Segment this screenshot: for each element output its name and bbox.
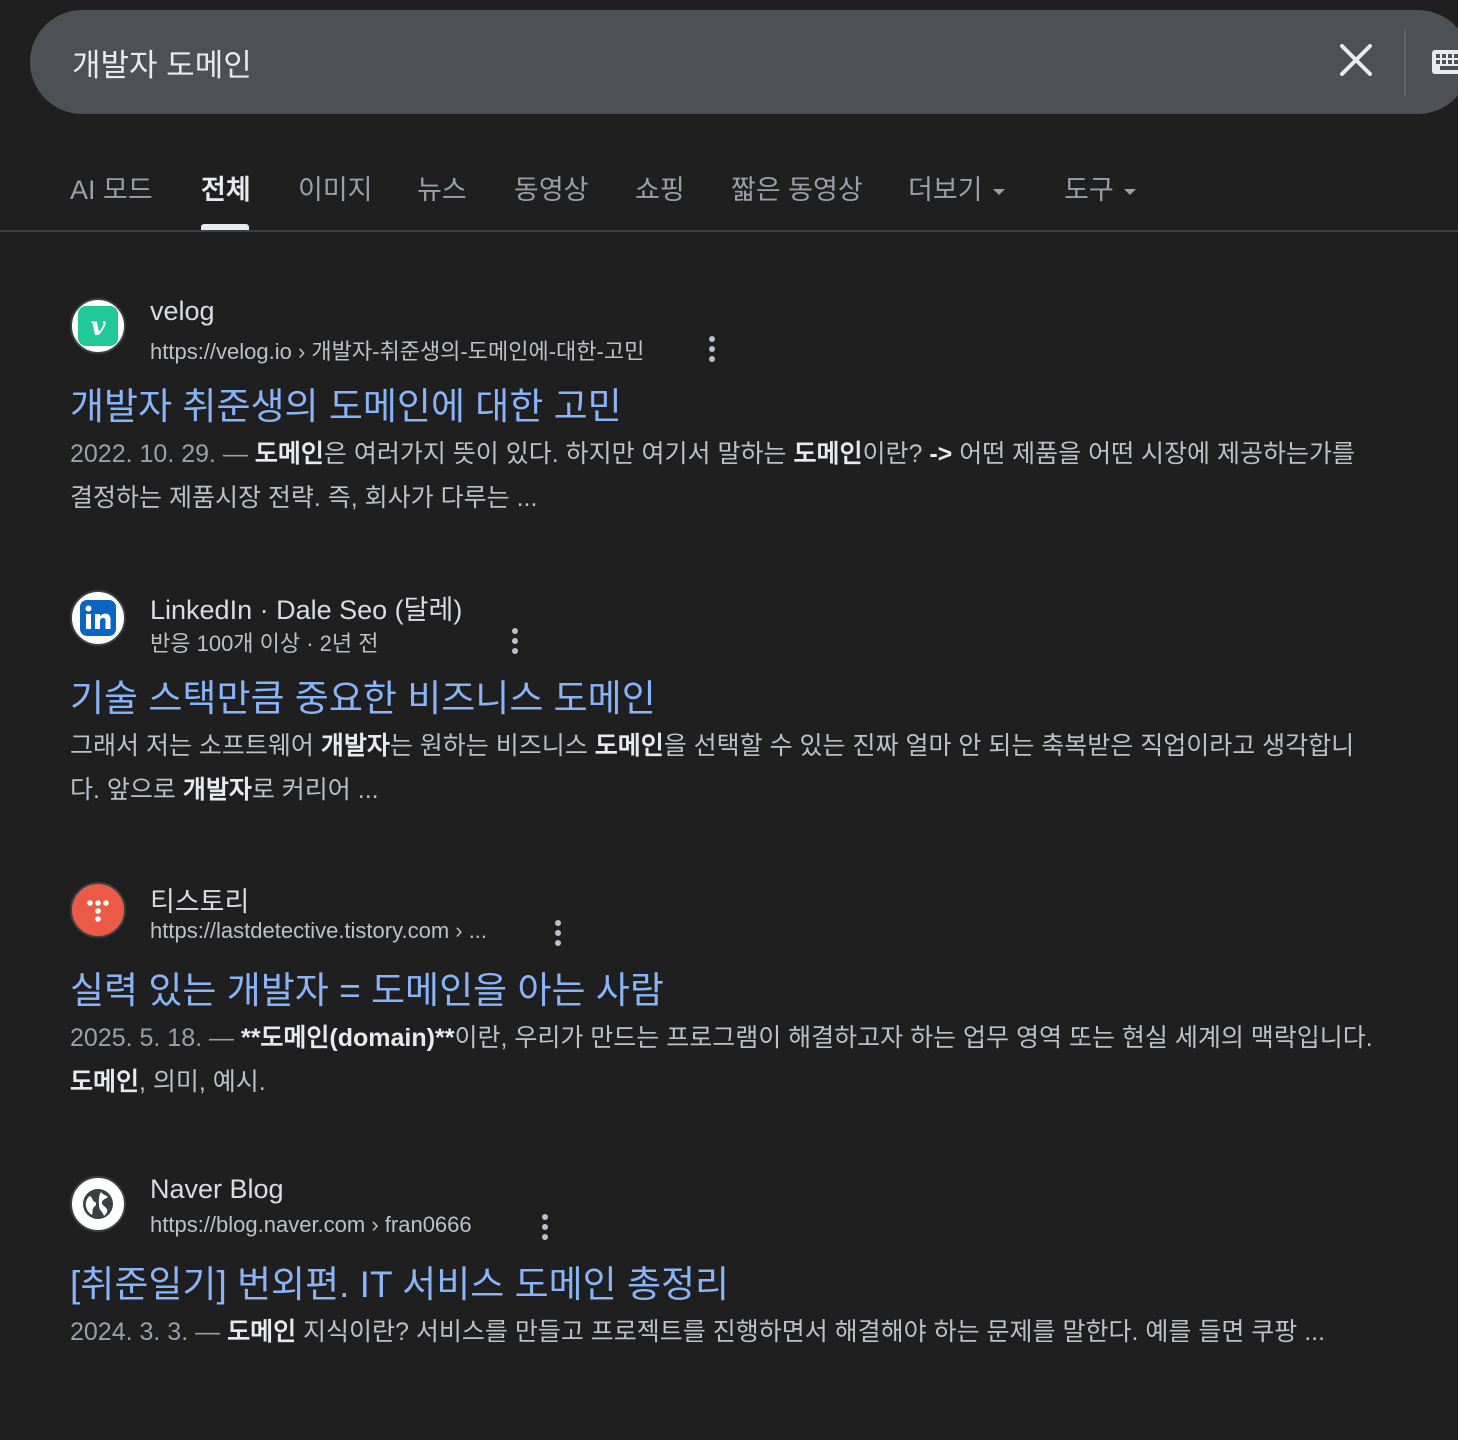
site-name[interactable]: LinkedIn · Dale Seo (달레) <box>150 588 462 627</box>
snippet-text: 지식이란? 서비스를 만들고 프로젝트를 진행하면서 해결해야 하는 문제를 말… <box>296 1318 1326 1346</box>
site-favicon <box>70 590 126 646</box>
globe-icon <box>83 1189 113 1219</box>
snippet-highlight: 도메인 <box>227 1318 297 1346</box>
snippet-text: 는 원하는 비즈니스 <box>389 732 595 760</box>
site-name[interactable]: Naver Blog <box>150 1174 284 1205</box>
search-input[interactable]: 개발자 도메인 <box>72 40 252 85</box>
linkedin-icon <box>80 600 116 636</box>
result-date: 2024. 3. 3. — <box>70 1318 221 1346</box>
keyboard-button[interactable] <box>1430 46 1458 78</box>
search-divider <box>1404 30 1406 96</box>
tab-tools[interactable]: 도구 <box>1064 168 1136 207</box>
site-name[interactable]: 티스토리 <box>150 880 249 919</box>
active-tab-indicator <box>201 224 249 230</box>
snippet-highlight: 개발자 <box>320 732 390 760</box>
site-url[interactable]: https://blog.naver.com › fran0666 <box>150 1212 472 1238</box>
snippet-highlight: 도메인 <box>254 440 324 468</box>
result-snippet: 2024. 3. 3. — 도메인 지식이란? 서비스를 만들고 프로젝트를 진… <box>70 1310 1380 1354</box>
tab-ai-mode[interactable]: AI 모드 <box>70 168 153 207</box>
snippet-text: , 의미, 예시. <box>139 1068 266 1096</box>
clear-search-button[interactable] <box>1334 38 1378 82</box>
site-name[interactable]: velog <box>150 296 215 327</box>
tab-images[interactable]: 이미지 <box>298 168 373 207</box>
tab-tools-label: 도구 <box>1064 175 1114 205</box>
result-title-link[interactable]: 개발자 취준생의 도메인에 대한 고민 <box>70 376 622 430</box>
result-date: 2022. 10. 29. — <box>70 440 248 468</box>
tab-more[interactable]: 더보기 <box>908 168 1005 207</box>
more-vert-icon <box>555 920 561 946</box>
site-favicon <box>70 882 126 938</box>
site-favicon: v <box>70 298 126 354</box>
snippet-highlight: 도메인 <box>70 1068 140 1096</box>
tab-short-videos[interactable]: 짧은 동영상 <box>731 168 863 207</box>
site-favicon <box>70 1176 126 1232</box>
snippet-text: 이란? <box>862 440 930 468</box>
snippet-highlight: 개발자 <box>182 776 252 804</box>
result-title-link[interactable]: 기술 스택만큼 중요한 비즈니스 도메인 <box>70 668 656 722</box>
site-meta: 반응 100개 이상 · 2년 전 <box>150 631 379 656</box>
more-vert-icon <box>709 336 715 362</box>
snippet-highlight: 도메인 <box>793 440 863 468</box>
snippet-highlight: 도메인 <box>594 732 664 760</box>
snippet-text: 로 커리어 ... <box>251 776 379 804</box>
more-options-button[interactable] <box>505 626 525 656</box>
svg-text:v: v <box>90 312 106 342</box>
more-options-button[interactable] <box>548 918 568 948</box>
close-icon <box>1340 44 1372 76</box>
site-url[interactable]: https://velog.io › 개발자-취준생의-도메인에-대한-고민 <box>150 334 644 366</box>
keyboard-icon <box>1432 50 1458 74</box>
tab-more-label: 더보기 <box>908 175 983 205</box>
snippet-highlight: **도메인(domain)** <box>240 1024 455 1052</box>
snippet-text: 그래서 저는 소프트웨어 <box>70 732 321 760</box>
tistory-icon <box>87 900 109 922</box>
snippet-text: 은 여러가지 뜻이 있다. 하지만 여기서 말하는 <box>323 440 794 468</box>
snippet-text: 이란, 우리가 만드는 프로그램이 해결하고자 하는 업무 영역 또는 현실 세… <box>454 1024 1373 1052</box>
result-snippet: 2025. 5. 18. — **도메인(domain)**이란, 우리가 만드… <box>70 1016 1380 1104</box>
tab-videos[interactable]: 동영상 <box>514 168 589 207</box>
result-date: 2025. 5. 18. — <box>70 1024 235 1052</box>
tab-news[interactable]: 뉴스 <box>417 168 467 207</box>
search-bar[interactable]: 개발자 도메인 <box>30 10 1458 114</box>
search-tabs: AI 모드 전체 이미지 뉴스 동영상 쇼핑 짧은 동영상 더보기 도구 <box>0 150 1458 232</box>
tab-all[interactable]: 전체 <box>201 168 251 207</box>
result-title-link[interactable]: 실력 있는 개발자 = 도메인을 아는 사람 <box>70 960 664 1014</box>
snippet-text <box>234 1024 241 1052</box>
result-title-link[interactable]: [취준일기] 번외편. IT 서비스 도메인 총정리 <box>70 1254 729 1308</box>
more-options-button[interactable] <box>535 1212 555 1242</box>
site-url[interactable]: https://lastdetective.tistory.com › ... <box>150 918 487 944</box>
chevron-down-icon <box>992 188 1005 195</box>
tab-shopping[interactable]: 쇼핑 <box>635 168 685 207</box>
more-vert-icon <box>542 1214 548 1240</box>
result-snippet: 2022. 10. 29. — 도메인은 여러가지 뜻이 있다. 하지만 여기서… <box>70 432 1380 520</box>
more-vert-icon <box>512 628 518 654</box>
more-options-button[interactable] <box>702 334 722 364</box>
snippet-highlight: -> <box>929 440 953 468</box>
result-snippet: 그래서 저는 소프트웨어 개발자는 원하는 비즈니스 도메인을 선택할 수 있는… <box>70 724 1380 812</box>
chevron-down-icon <box>1123 188 1136 195</box>
snippet-text <box>248 440 255 468</box>
velog-icon: v <box>78 306 118 346</box>
